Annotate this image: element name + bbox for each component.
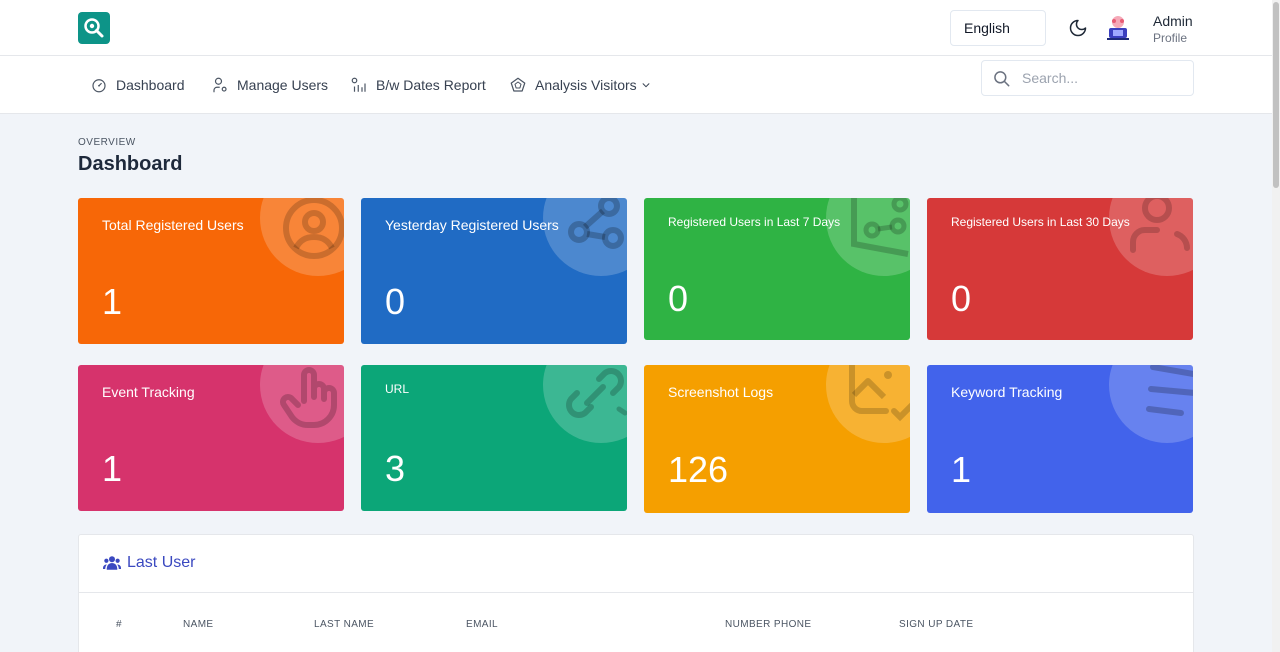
card-screenshot-logs[interactable]: Screenshot Logs 126 <box>644 365 910 513</box>
last-user-panel: Last User # NAME LAST NAME EMAIL NUMBER … <box>78 534 1194 652</box>
text-lines-icon <box>1146 365 1193 416</box>
card-value: 0 <box>668 278 689 319</box>
nav-item-dashboard[interactable]: Dashboard <box>90 74 185 96</box>
nav-item-label: Manage Users <box>237 77 329 93</box>
language-select[interactable]: English <box>950 10 1046 46</box>
nav-item-label: Analysis Visitors <box>535 77 637 93</box>
dark-mode-moon-icon[interactable] <box>1068 18 1088 38</box>
page-overline: OVERVIEW <box>78 137 136 148</box>
users-group-icon <box>103 556 121 570</box>
hand-click-icon <box>280 367 337 428</box>
photo-check-icon <box>849 365 910 422</box>
column-header[interactable]: NUMBER PHONE <box>725 619 811 630</box>
chart-frame-icon <box>851 198 909 257</box>
search-input[interactable] <box>1022 67 1182 89</box>
page-title: Dashboard <box>78 153 183 175</box>
card-label: Total Registered Users <box>102 217 244 233</box>
column-header[interactable]: SIGN UP DATE <box>899 619 973 630</box>
search-icon <box>994 71 1010 87</box>
nav-item-bw-dates-report[interactable]: B/w Dates Report <box>350 74 486 96</box>
column-header[interactable]: NAME <box>183 619 214 630</box>
card-value: 1 <box>102 448 123 489</box>
card-url[interactable]: URL 3 <box>361 365 627 511</box>
search-box <box>981 60 1194 96</box>
card-label: Screenshot Logs <box>668 384 774 400</box>
share-nodes-icon <box>568 198 624 249</box>
main-navbar: Dashboard Manage Users B/w Dates Report … <box>0 56 1272 114</box>
card-keyword-tracking[interactable]: Keyword Tracking 1 <box>927 365 1193 513</box>
card-value: 1 <box>951 449 972 490</box>
card-value: 3 <box>385 448 406 489</box>
column-header[interactable]: EMAIL <box>466 619 498 630</box>
gauge-icon <box>92 79 106 93</box>
nav-item-label: B/w Dates Report <box>376 77 486 93</box>
report-icon <box>351 77 366 92</box>
panel-title: Last User <box>103 554 195 572</box>
card-total-registered-users[interactable]: Total Registered Users 1 <box>78 198 344 344</box>
card-value: 0 <box>951 278 972 319</box>
chevron-down-icon <box>642 83 650 88</box>
user-circle-icon <box>283 198 344 259</box>
page-scrollbar[interactable] <box>1272 0 1280 652</box>
app-logo[interactable] <box>78 12 110 44</box>
scrollbar-thumb[interactable] <box>1273 2 1279 188</box>
card-label: Keyword Tracking <box>951 384 1063 400</box>
nav-item-manage-users[interactable]: Manage Users <box>211 74 328 96</box>
card-registered-last-30-days[interactable]: Registered Users in Last 30 Days 0 <box>927 198 1193 340</box>
card-yesterday-registered-users[interactable]: Yesterday Registered Users 0 <box>361 198 627 344</box>
card-label: URL <box>385 382 410 396</box>
admin-name[interactable]: Admin <box>1153 13 1193 29</box>
language-label: English <box>964 20 1010 36</box>
card-label: Registered Users in Last 7 Days <box>668 215 841 229</box>
user-settings-icon <box>213 77 227 93</box>
panel-header: Last User <box>79 535 1193 593</box>
card-value: 1 <box>102 281 123 322</box>
nav-item-analysis-visitors[interactable]: Analysis Visitors <box>509 74 651 96</box>
card-label: Yesterday Registered Users <box>385 217 559 233</box>
link-icon <box>566 368 627 418</box>
magnifier-logo-icon <box>84 18 104 38</box>
card-label: Event Tracking <box>102 384 195 400</box>
card-event-tracking[interactable]: Event Tracking 1 <box>78 365 344 511</box>
admin-role: Profile <box>1153 31 1188 45</box>
top-header: English Admin Profile <box>0 0 1272 56</box>
card-label: Registered Users in Last 30 Days <box>951 215 1130 229</box>
column-header[interactable]: LAST NAME <box>314 619 374 630</box>
card-value: 0 <box>385 281 406 322</box>
radar-icon <box>510 77 526 92</box>
card-value: 126 <box>668 449 729 490</box>
user-avatar[interactable] <box>1104 14 1132 42</box>
nav-item-label: Dashboard <box>116 77 185 93</box>
users-icon <box>1130 198 1190 253</box>
panel-title-text: Last User <box>127 554 196 571</box>
column-header[interactable]: # <box>116 619 122 630</box>
card-registered-last-7-days[interactable]: Registered Users in Last 7 Days 0 <box>644 198 910 340</box>
